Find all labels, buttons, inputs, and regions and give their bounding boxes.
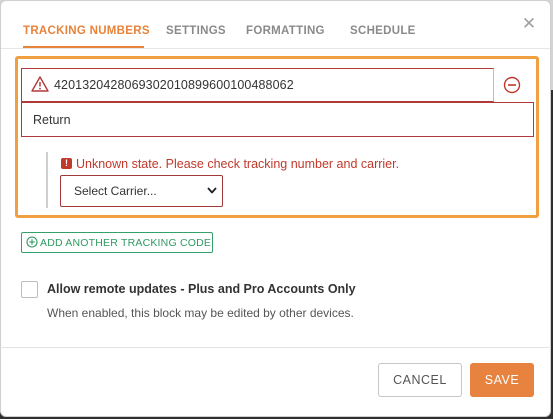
close-icon[interactable]: ✕	[520, 15, 538, 33]
carrier-section-rule	[46, 152, 48, 208]
tracking-description-input[interactable]	[21, 102, 534, 137]
tab-schedule[interactable]: SCHEDULE	[350, 25, 416, 37]
save-button[interactable]: SAVE	[470, 363, 534, 397]
plus-circle-icon	[26, 236, 38, 248]
remote-updates-label: Allow remote updates - Plus and Pro Acco…	[47, 282, 356, 296]
tab-settings[interactable]: SETTINGS	[166, 25, 226, 37]
tab-formatting[interactable]: FORMATTING	[246, 25, 325, 37]
carrier-error-message: Unknown state. Please check tracking num…	[76, 157, 400, 171]
chevron-down-icon	[207, 187, 217, 194]
tab-bar: TRACKING NUMBERS SETTINGS FORMATTING SCH…	[1, 1, 550, 49]
tab-tracking-numbers[interactable]: TRACKING NUMBERS	[23, 25, 150, 37]
minus-circle-icon[interactable]	[502, 75, 522, 95]
active-tab-indicator	[23, 46, 144, 48]
cancel-button[interactable]: CANCEL	[378, 363, 462, 397]
remote-updates-checkbox[interactable]	[21, 281, 38, 298]
carrier-select-value: Select Carrier...	[74, 184, 157, 198]
error-icon: !	[61, 158, 72, 169]
tracking-number-value: 4201320428069302010899600100488062	[54, 78, 294, 92]
add-tracking-code-label: ADD ANOTHER TRACKING CODE	[40, 237, 212, 249]
tracking-description-value: Return	[33, 113, 71, 127]
remote-updates-help: When enabled, this block may be edited b…	[47, 306, 354, 320]
warning-triangle-icon	[31, 76, 49, 92]
footer-divider	[0, 347, 551, 348]
